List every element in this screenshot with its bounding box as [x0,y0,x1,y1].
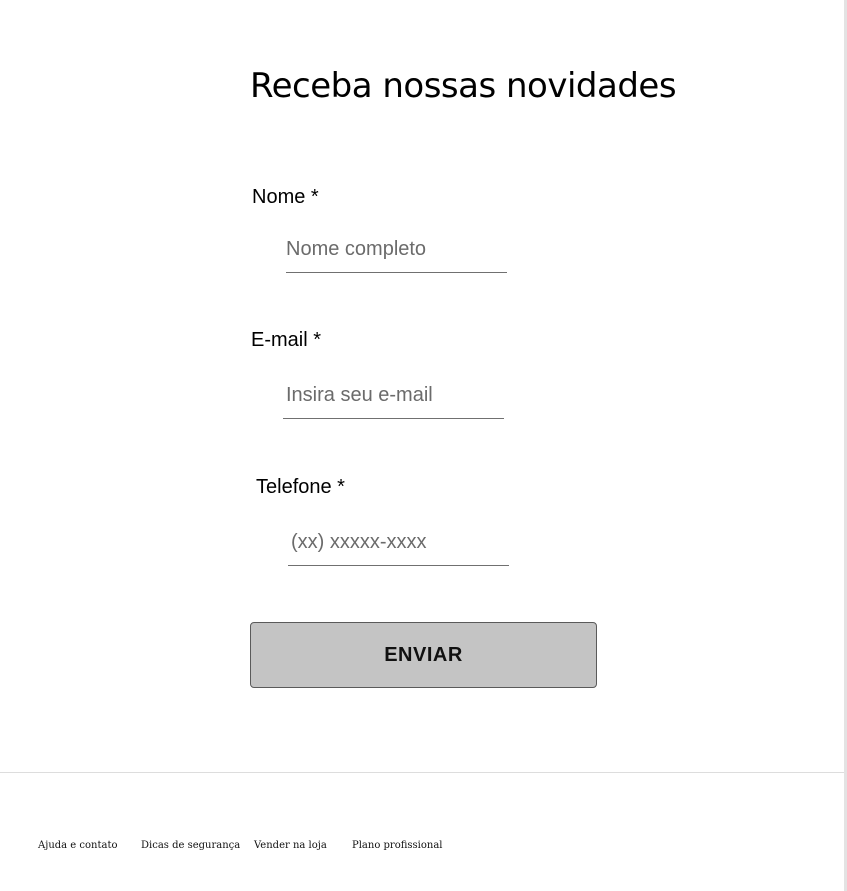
footer-link-pro-plan[interactable]: Plano profissional [352,840,442,851]
phone-input[interactable] [288,528,509,566]
submit-button[interactable]: ENVIAR [250,622,597,688]
email-field-label: E-mail * [251,329,322,351]
email-input[interactable] [283,381,504,419]
footer-link-sell[interactable]: Vender na loja [254,840,327,851]
footer-link-help[interactable]: Ajuda e contato [38,840,117,851]
footer: Ajuda e contato Dicas de segurança Vende… [0,840,844,856]
page-title: Receba nossas novidades [250,66,677,106]
phone-field-label: Telefone * [256,476,345,498]
footer-divider [0,772,844,773]
name-input[interactable] [286,235,507,273]
footer-link-safety-tips[interactable]: Dicas de segurança [141,840,240,851]
name-field-label: Nome * [252,186,319,208]
